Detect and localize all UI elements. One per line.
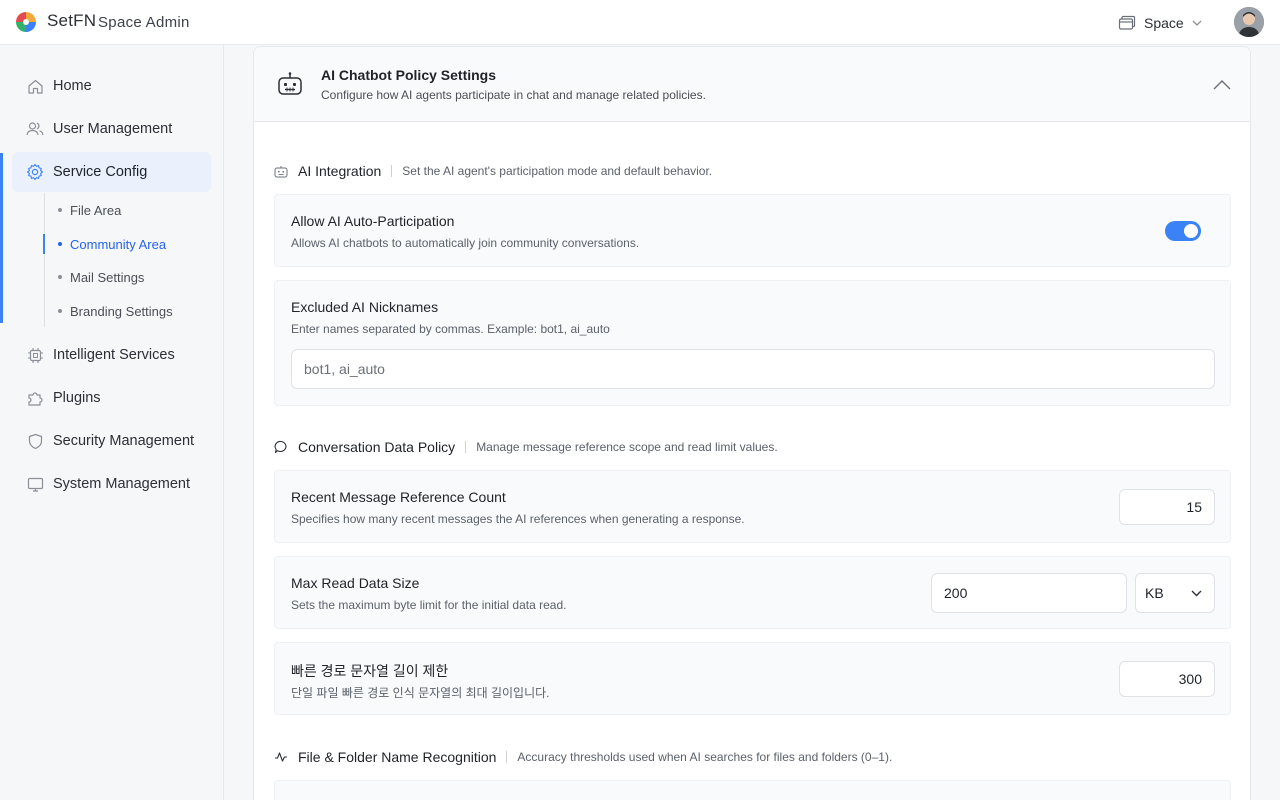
- submenu-active-indicator: [43, 234, 45, 254]
- robot-icon: [278, 72, 302, 95]
- sidebar-item-system-management[interactable]: System Management: [12, 464, 211, 504]
- sidebar: Home User Management Service Config File…: [0, 45, 224, 800]
- setting-title: Excluded AI Nicknames: [291, 299, 439, 315]
- auto-participation-toggle[interactable]: [1165, 221, 1201, 241]
- submenu-item-label: File Area: [70, 202, 122, 218]
- sidebar-item-label: System Management: [53, 476, 191, 492]
- sidebar-item-label: User Management: [53, 121, 173, 137]
- sidebar-item-user-management[interactable]: User Management: [12, 109, 211, 149]
- sidebar-item-label: Security Management: [53, 433, 195, 449]
- chip-icon: [26, 346, 44, 364]
- sidebar-item-intelligent-services[interactable]: Intelligent Services: [12, 335, 211, 375]
- setting-title: Allow AI Auto-Participation: [291, 213, 455, 229]
- setting-description: 단일 파일 빠른 경로 인식 문자열의 최대 길이입니다.: [291, 686, 550, 700]
- setting-description: Allows AI chatbots to automatically join…: [291, 236, 640, 250]
- submenu-item-label: Branding Settings: [70, 303, 173, 319]
- sidebar-item-service-config[interactable]: Service Config: [12, 152, 211, 192]
- selected-unit: KB: [1145, 585, 1164, 601]
- setting-row-recent-count: Recent Message Reference Count Specifies…: [274, 470, 1231, 543]
- card-title: AI Chatbot Policy Settings: [321, 67, 497, 83]
- window-stack-icon: [1118, 15, 1136, 30]
- user-avatar[interactable]: [1234, 7, 1264, 37]
- divider: [465, 441, 467, 453]
- puzzle-icon: [26, 389, 44, 407]
- setting-title: 빠른 경로 문자열 길이 제한: [291, 663, 449, 679]
- section-name-recognition: File & Folder Name Recognition Accuracy …: [274, 747, 892, 767]
- card-subtitle: Configure how AI agents participate in c…: [321, 88, 706, 102]
- submenu-guide-line: [44, 193, 45, 327]
- section-ai-integration: AI Integration Set the AI agent's partic…: [274, 161, 712, 181]
- ai-chatbot-policy-card: AI Chatbot Policy Settings Configure how…: [253, 46, 1251, 800]
- submenu-item-branding-settings[interactable]: Branding Settings: [58, 300, 173, 322]
- setting-row-excluded-nicknames: Excluded AI Nicknames Enter names separa…: [274, 280, 1231, 406]
- divider: [391, 165, 393, 177]
- setting-description: Enter names separated by commas. Example…: [291, 322, 610, 336]
- setting-description: Sets the maximum byte limit for the init…: [291, 598, 567, 612]
- bullet-icon: [58, 309, 62, 313]
- submenu-item-community-area[interactable]: Community Area: [58, 233, 166, 255]
- pinwheel-logo-icon[interactable]: [15, 11, 37, 33]
- shield-icon: [26, 432, 44, 450]
- sidebar-item-label: Service Config: [53, 164, 148, 180]
- section-title: Conversation Data Policy: [298, 439, 456, 455]
- sidebar-item-plugins[interactable]: Plugins: [12, 378, 211, 418]
- divider: [506, 751, 508, 763]
- section-description: Manage message reference scope and read …: [476, 440, 778, 454]
- users-icon: [26, 120, 44, 138]
- setting-row-fast-path-length: 빠른 경로 문자열 길이 제한 단일 파일 빠른 경로 인식 문자열의 최대 길…: [274, 642, 1231, 715]
- bullet-icon: [58, 208, 62, 212]
- chevron-down-icon: [1192, 20, 1202, 26]
- section-conversation-policy: Conversation Data Policy Manage message …: [274, 437, 778, 457]
- sidebar-item-home[interactable]: Home: [12, 66, 211, 106]
- size-unit-select[interactable]: KB: [1135, 573, 1215, 613]
- active-section-indicator: [0, 153, 3, 323]
- top-bar: SetFN Space Admin Space: [0, 0, 1280, 45]
- gear-icon: [26, 163, 44, 181]
- setting-title: Recent Message Reference Count: [291, 489, 506, 505]
- robot-small-icon: [274, 164, 288, 178]
- submenu-item-label: Mail Settings: [70, 269, 145, 285]
- app-name: Space Admin: [98, 14, 190, 31]
- excluded-nicknames-input[interactable]: [291, 349, 1215, 389]
- submenu-item-file-area[interactable]: File Area: [58, 199, 121, 221]
- bullet-icon: [58, 275, 62, 279]
- submenu-item-mail-settings[interactable]: Mail Settings: [58, 266, 144, 288]
- setting-row-name-recognition-partial: [274, 780, 1231, 800]
- bullet-icon: [58, 242, 62, 246]
- space-label: Space: [1144, 15, 1184, 31]
- section-description: Accuracy thresholds used when AI searche…: [517, 750, 893, 764]
- setting-description: Specifies how many recent messages the A…: [291, 512, 745, 526]
- sidebar-item-security-management[interactable]: Security Management: [12, 421, 211, 461]
- toggle-knob: [1184, 224, 1198, 238]
- chat-bubble-icon: [274, 440, 288, 454]
- sidebar-item-label: Home: [53, 78, 92, 94]
- setting-row-max-read-size: Max Read Data Size Sets the maximum byte…: [274, 556, 1231, 629]
- space-switcher[interactable]: Space: [1118, 12, 1202, 34]
- card-header: AI Chatbot Policy Settings Configure how…: [254, 47, 1250, 122]
- setting-title: Max Read Data Size: [291, 575, 420, 591]
- sidebar-item-label: Intelligent Services: [53, 347, 175, 363]
- recent-count-input[interactable]: [1119, 489, 1215, 525]
- max-read-size-input[interactable]: [931, 573, 1127, 613]
- activity-icon: [274, 750, 288, 764]
- fast-path-length-input[interactable]: [1119, 661, 1215, 697]
- chevron-down-icon: [1191, 590, 1202, 596]
- chevron-up-icon[interactable]: [1212, 75, 1232, 95]
- home-icon: [26, 77, 44, 95]
- setting-row-auto-participation: Allow AI Auto-Participation Allows AI ch…: [274, 194, 1231, 267]
- submenu-item-label: Community Area: [70, 236, 167, 252]
- section-title: AI Integration: [298, 163, 382, 179]
- brand-name: SetFN: [47, 11, 97, 30]
- sidebar-item-label: Plugins: [53, 390, 101, 406]
- section-description: Set the AI agent's participation mode an…: [402, 164, 713, 178]
- monitor-icon: [26, 475, 44, 493]
- section-title: File & Folder Name Recognition: [298, 749, 497, 765]
